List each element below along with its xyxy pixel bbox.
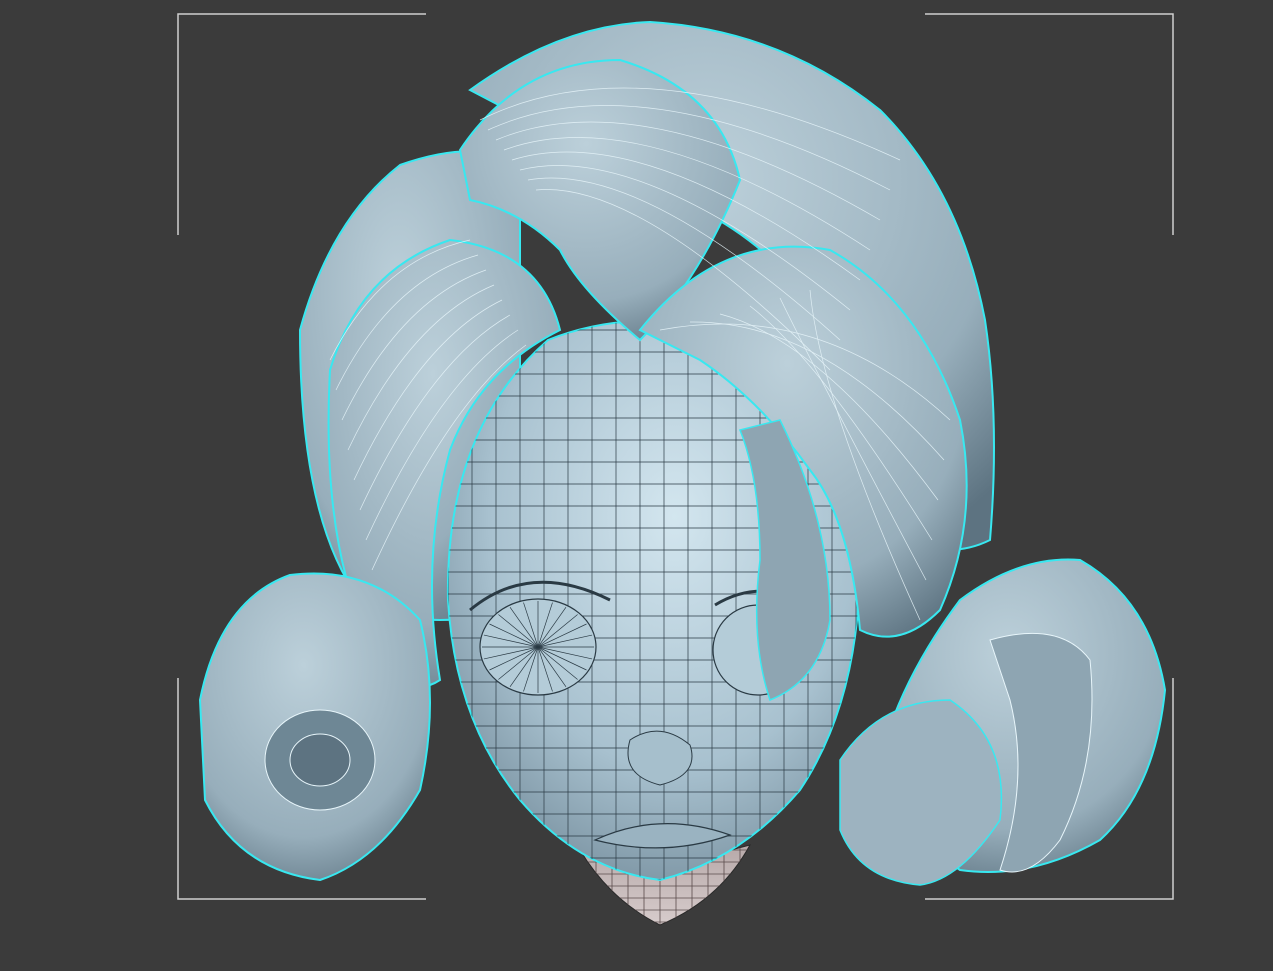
3d-viewport[interactable] — [0, 0, 1273, 971]
viewport-canvas[interactable] — [0, 0, 1273, 971]
